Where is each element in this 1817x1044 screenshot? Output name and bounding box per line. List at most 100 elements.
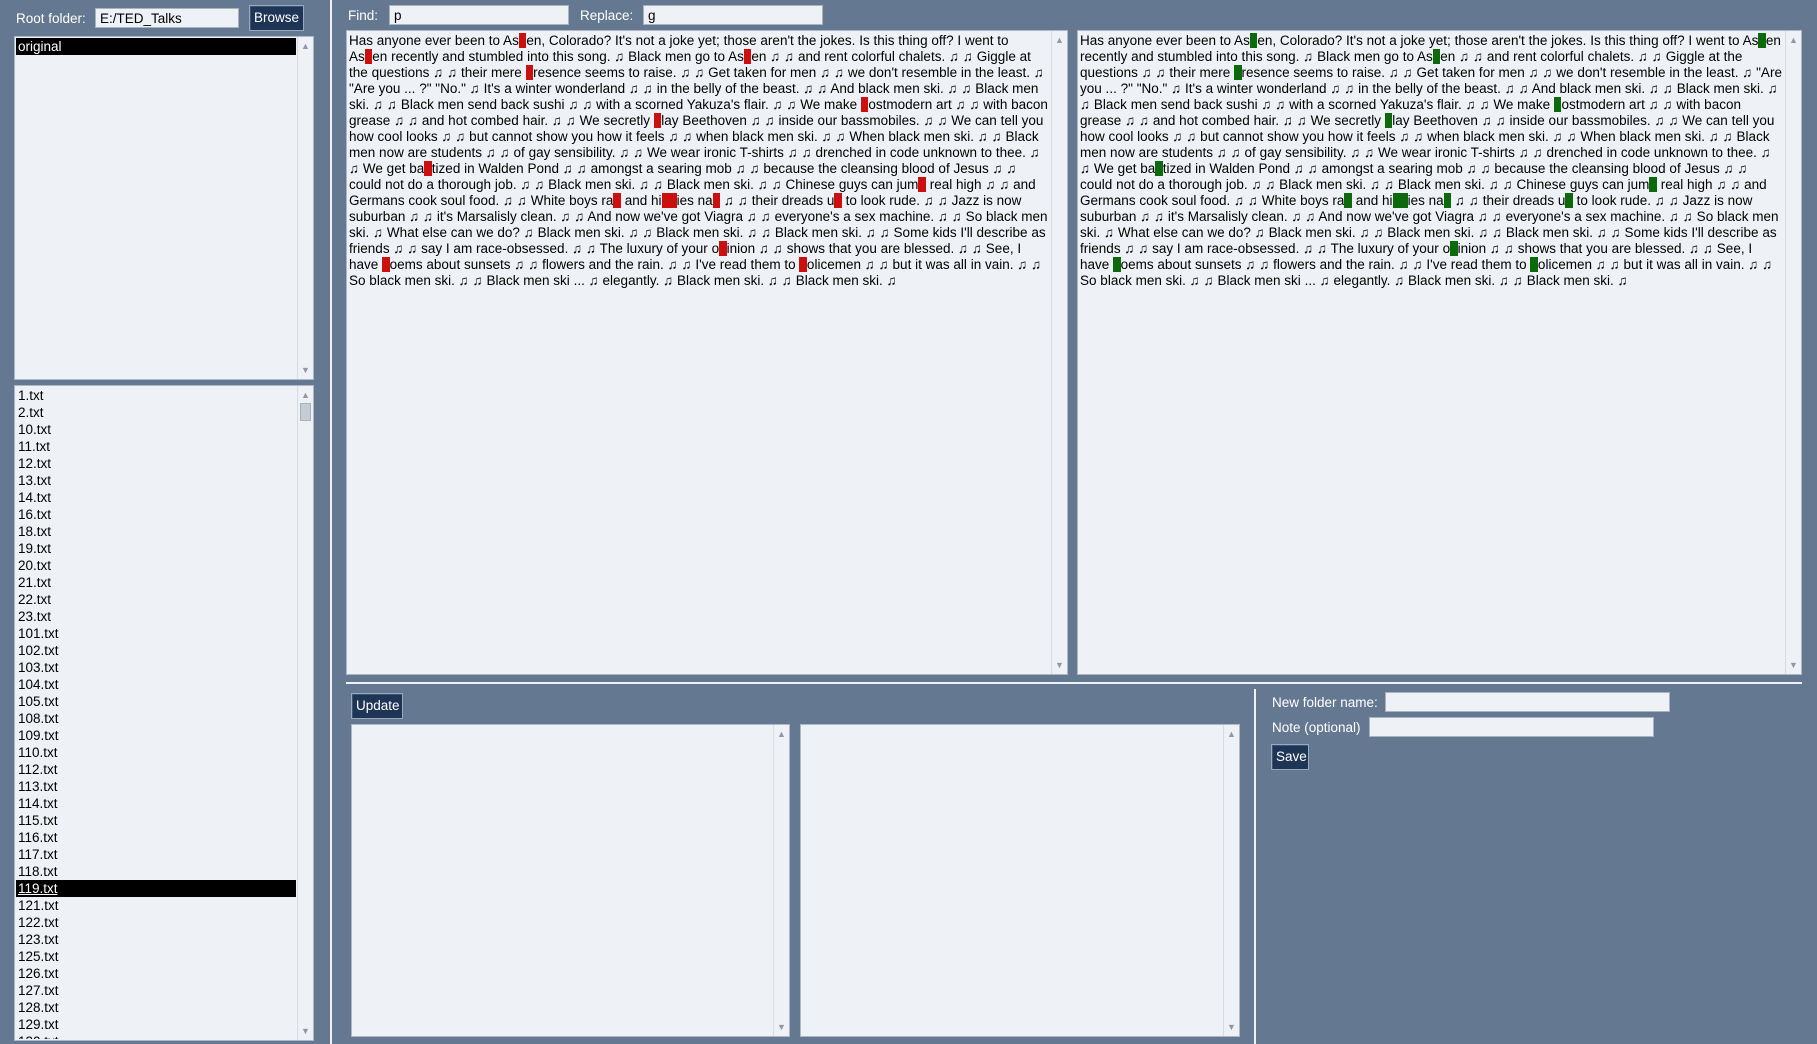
preview-divider [346,682,1802,684]
file-item[interactable]: 108.txt [16,710,296,727]
bottom-right-scrollbar[interactable]: ▲ ▼ [1223,725,1239,1036]
highlight-mark: g [1384,113,1393,128]
bottom-left-text[interactable]: ▲ ▼ [351,724,790,1037]
file-item[interactable]: 125.txt [16,948,296,965]
file-item[interactable]: 118.txt [16,863,296,880]
highlight-mark: p [364,49,373,64]
file-item[interactable]: 1.txt [16,387,296,404]
file-item[interactable]: 16.txt [16,506,296,523]
file-item[interactable]: 130.txt [16,1033,296,1039]
scroll-up-icon[interactable]: ▲ [774,727,789,741]
highlight-mark: g [1344,193,1352,208]
highlight-mark: p [525,65,534,80]
highlight-mark: p [424,161,432,176]
highlight-mark: g [1565,193,1573,208]
folder-list-scrollbar[interactable]: ▲ ▼ [297,37,313,379]
highlight-mark: p [653,113,662,128]
file-item[interactable]: 11.txt [16,438,296,455]
file-item[interactable]: 117.txt [16,846,296,863]
highlight-mark: g [1155,161,1163,176]
file-list-scrollbar[interactable]: ▲ ▼ [297,386,313,1040]
folder-list[interactable]: original ▲ ▼ [14,36,314,380]
file-item[interactable]: 114.txt [16,795,296,812]
highlight-mark: g [1553,97,1562,112]
file-item[interactable]: 115.txt [16,812,296,829]
file-item[interactable]: 112.txt [16,761,296,778]
file-item[interactable]: 104.txt [16,676,296,693]
highlight-mark: p [669,193,677,208]
update-button[interactable]: Update [351,693,403,719]
file-item[interactable]: 10.txt [16,421,296,438]
file-item[interactable]: 105.txt [16,693,296,710]
file-item[interactable]: 22.txt [16,591,296,608]
file-item[interactable]: 116.txt [16,829,296,846]
scroll-down-icon[interactable]: ▼ [298,363,313,377]
file-item[interactable]: 2.txt [16,404,296,421]
save-button[interactable]: Save [1271,744,1309,770]
file-item[interactable]: 129.txt [16,1016,296,1033]
scroll-up-icon[interactable]: ▲ [1052,33,1067,47]
file-item[interactable]: 12.txt [16,455,296,472]
file-item[interactable]: 21.txt [16,574,296,591]
file-item[interactable]: 110.txt [16,744,296,761]
root-folder-input[interactable] [95,8,239,28]
original-text-pane[interactable]: Has anyone ever been to Aspen, Colorado?… [346,30,1068,675]
browse-button[interactable]: Browse [249,5,304,31]
save-panel-divider [1254,689,1256,1044]
scrollbar-thumb[interactable] [300,403,311,421]
scroll-down-icon[interactable]: ▼ [1052,658,1067,672]
file-item[interactable]: 18.txt [16,523,296,540]
file-item[interactable]: 123.txt [16,931,296,948]
find-input[interactable] [389,5,569,25]
scroll-up-icon[interactable]: ▲ [298,39,313,53]
file-item[interactable]: 121.txt [16,897,296,914]
file-item[interactable]: 103.txt [16,659,296,676]
file-item[interactable]: 109.txt [16,727,296,744]
replaced-text-scrollbar[interactable]: ▲ ▼ [1785,31,1801,674]
highlight-mark: p [799,257,807,272]
scroll-down-icon[interactable]: ▼ [298,1024,313,1038]
file-item[interactable]: 113.txt [16,778,296,795]
file-item[interactable]: 101.txt [16,625,296,642]
highlight-mark: g [1432,49,1441,64]
root-folder-label: Root folder: [16,11,86,26]
scroll-down-icon[interactable]: ▼ [1786,658,1801,672]
new-folder-input[interactable] [1385,692,1670,712]
replace-input[interactable] [643,5,823,25]
file-item[interactable]: 127.txt [16,982,296,999]
original-text[interactable]: Has anyone ever been to Aspen, Colorado?… [349,33,1049,672]
note-input[interactable] [1369,717,1654,737]
file-item[interactable]: 14.txt [16,489,296,506]
scroll-up-icon[interactable]: ▲ [1224,727,1239,741]
highlight-mark: p [834,193,842,208]
file-item[interactable]: 119.txt [16,880,296,897]
highlight-mark: g [1249,33,1258,48]
file-item[interactable]: 126.txt [16,965,296,982]
highlight-mark: p [712,193,721,208]
file-item[interactable]: 102.txt [16,642,296,659]
file-item[interactable]: 128.txt [16,999,296,1016]
highlight-mark: g [1400,193,1408,208]
highlight-mark: p [719,241,727,256]
highlight-mark: p [661,193,670,208]
highlight-mark: g [1758,33,1766,48]
scroll-up-icon[interactable]: ▲ [1786,33,1801,47]
file-item[interactable]: 23.txt [16,608,296,625]
file-item[interactable]: 20.txt [16,557,296,574]
file-item[interactable]: 13.txt [16,472,296,489]
highlight-mark: p [860,97,869,112]
bottom-right-text[interactable]: ▲ ▼ [800,724,1240,1037]
replaced-text-pane[interactable]: Has anyone ever been to Asgen, Colorado?… [1077,30,1802,675]
folder-item[interactable]: original [16,38,296,55]
scroll-up-icon[interactable]: ▲ [298,388,313,402]
highlight-mark: g [1113,257,1121,272]
highlight-mark: g [1530,257,1538,272]
file-list[interactable]: 1.txt 2.txt 10.txt 11.txt 12.txt 13.txt 14.txt… [14,385,314,1041]
scroll-down-icon[interactable]: ▼ [774,1020,789,1034]
scroll-down-icon[interactable]: ▼ [1224,1020,1239,1034]
bottom-left-scrollbar[interactable]: ▲ ▼ [773,725,789,1036]
file-item[interactable]: 19.txt [16,540,296,557]
replaced-text[interactable]: Has anyone ever been to Asgen, Colorado?… [1080,33,1783,672]
original-text-scrollbar[interactable]: ▲ ▼ [1051,31,1067,674]
file-item[interactable]: 122.txt [16,914,296,931]
